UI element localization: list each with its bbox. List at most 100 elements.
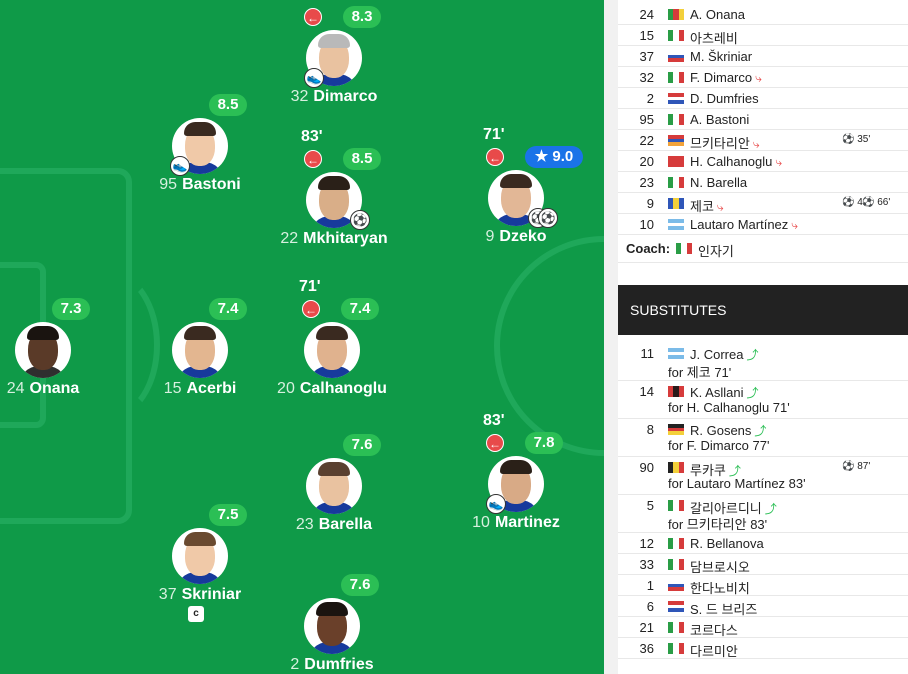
- player-photo: [172, 528, 228, 584]
- player-number: 6: [646, 599, 654, 614]
- player-card-dzeko[interactable]: ★ 9.071'←9Dzeko⚽⚽: [436, 126, 596, 256]
- bench-row[interactable]: 12 R. Bellanova: [618, 533, 908, 554]
- player-number: 24: [6, 380, 25, 397]
- player-name[interactable]: A. Bastoni: [690, 112, 749, 127]
- pitch: 8.377'←32Dimarco👟 8.595Bastoni👟 8.583'←2…: [0, 0, 604, 674]
- sub-out-icon: ⤷: [775, 155, 783, 169]
- player-photo: [306, 458, 362, 514]
- bench-row[interactable]: 36 다르미안: [618, 638, 908, 659]
- player-number: 11: [640, 346, 655, 361]
- player-name[interactable]: S. 드 브리즈: [690, 599, 757, 618]
- player-name-text: Martinez: [494, 514, 560, 531]
- flag-icon: [668, 114, 684, 125]
- player-name[interactable]: H. Calhanoglu ⤷: [690, 154, 782, 170]
- lineup-row[interactable]: 9 제코 ⤷ ⚽ 42' ⚽ 66': [618, 193, 908, 214]
- lineup-row[interactable]: 24 A. Onana: [618, 4, 908, 25]
- sub-for-text: for 제코 71': [668, 365, 732, 380]
- player-number: 95: [639, 112, 654, 127]
- player-rating: ★ 9.0: [525, 146, 583, 168]
- player-name-text: Bastoni: [182, 176, 241, 193]
- player-number: 20: [277, 380, 295, 397]
- lineup-row[interactable]: 32 F. Dimarco ⤷: [618, 67, 908, 88]
- lineup-row[interactable]: 10 Lautaro Martínez ⤷: [618, 214, 908, 235]
- player-name-text: A. Bastoni: [690, 112, 750, 127]
- player-number: 9: [646, 196, 654, 211]
- player-card-calhanoglu[interactable]: 7.4 71' ← 20 Calhanoglu: [252, 278, 412, 408]
- player-name[interactable]: Lautaro Martínez ⤷: [690, 217, 798, 233]
- sub-out-icon: ←: [304, 150, 322, 168]
- flag-icon: [668, 424, 684, 435]
- goal-time: ⚽ 66': [862, 197, 891, 208]
- player-name: 20 Calhanoglu: [232, 380, 432, 398]
- player-number: 2: [646, 91, 654, 106]
- player-number: 23: [295, 516, 314, 533]
- substitute-row[interactable]: 5 갈리아르디니 ⤴ for 므키타리안 83': [618, 495, 908, 533]
- flag-icon: [668, 500, 684, 511]
- player-name-text: D. Dumfries: [690, 91, 759, 106]
- player-rating: 8.5: [343, 148, 381, 170]
- sub-out-icon: ←: [486, 434, 504, 452]
- sub-in-icon: ⤴: [746, 386, 759, 400]
- player-name[interactable]: 다르미안: [690, 641, 738, 660]
- bench-row[interactable]: 1 한다노비치: [618, 575, 908, 596]
- player-number: 12: [639, 536, 654, 551]
- lineup-row[interactable]: 23 N. Barella: [618, 172, 908, 193]
- substitute-row[interactable]: 11 J. Correa ⤴ for 제코 71': [618, 343, 908, 381]
- player-rating: 8.5: [209, 94, 247, 116]
- player-name[interactable]: J. Correa ⤴: [690, 346, 758, 363]
- player-name-text: A. Onana: [690, 7, 745, 22]
- player-card-dumfries[interactable]: 7.6 2 Dumfries: [252, 574, 412, 674]
- sub-time: 83': [301, 128, 323, 145]
- lineup-row[interactable]: 95 A. Bastoni: [618, 109, 908, 130]
- player-name[interactable]: F. Dimarco ⤷: [690, 70, 762, 86]
- player-number: 24: [639, 7, 654, 22]
- player-card-martinez[interactable]: 7.8 83' ← 10 Martinez 👟: [436, 412, 596, 542]
- player-name[interactable]: 한다노비치: [690, 578, 750, 597]
- player-number: 9: [485, 228, 495, 245]
- player-name-text: Skriniar: [181, 586, 242, 603]
- flag-icon: [668, 559, 684, 570]
- sub-out-icon: ←: [486, 148, 504, 166]
- bench-row[interactable]: 6 S. 드 브리즈: [618, 596, 908, 617]
- player-name[interactable]: K. Asllani ⤴: [690, 384, 759, 401]
- player-name[interactable]: R. Gosens ⤴: [690, 422, 766, 439]
- flag-icon: [668, 177, 684, 188]
- sub-time: 71': [483, 126, 505, 143]
- player-name[interactable]: A. Onana: [690, 7, 745, 22]
- player-name[interactable]: 아츠레비: [690, 28, 738, 47]
- lineup-row[interactable]: 15 아츠레비: [618, 25, 908, 46]
- player-name[interactable]: R. Bellanova: [690, 536, 764, 551]
- player-name[interactable]: 담브로시오: [690, 557, 750, 576]
- bench-row[interactable]: 21 코르다스: [618, 617, 908, 638]
- coach-name[interactable]: 인자기: [698, 241, 734, 260]
- player-number: 33: [639, 557, 654, 572]
- sub-in-icon: ⤴: [746, 348, 759, 362]
- player-name[interactable]: N. Barella: [690, 175, 747, 190]
- sub-for-text: for 므키타리안 83': [668, 517, 768, 532]
- player-number: 22: [639, 133, 654, 148]
- goal-time: ⚽ 87': [842, 461, 871, 472]
- flag-icon: [668, 462, 684, 473]
- player-name[interactable]: 제코 ⤷: [690, 196, 724, 215]
- sub-time: 77': [301, 0, 323, 4]
- flag-icon: [668, 51, 684, 62]
- lineup-row[interactable]: 20 H. Calhanoglu ⤷: [618, 151, 908, 172]
- lineup-row[interactable]: 37 M. Škriniar: [618, 46, 908, 67]
- flag-icon: [668, 198, 684, 209]
- bench-list: 12 R. Bellanova 33 담브로시오 1 한다노비치 6 S. 드 브리즈 21 코르…: [618, 533, 908, 659]
- player-card-mkhitaryan[interactable]: 8.5 83' ← 22 Mkhitaryan ⚽: [254, 128, 414, 258]
- bench-row[interactable]: 33 담브로시오: [618, 554, 908, 575]
- player-number: 15: [639, 28, 654, 43]
- lineup-row[interactable]: 2 D. Dumfries: [618, 88, 908, 109]
- player-name[interactable]: 므키타리안 ⤷: [690, 133, 760, 152]
- lineup-row[interactable]: 22 므키타리안 ⤷ ⚽ 35': [618, 130, 908, 151]
- player-name[interactable]: M. Škriniar: [690, 49, 752, 64]
- substitute-row[interactable]: 14 K. Asllani ⤴ for H. Calhanoglu 71': [618, 381, 908, 419]
- player-name[interactable]: 코르다스: [690, 620, 738, 639]
- substitute-row[interactable]: 8 R. Gosens ⤴ for F. Dimarco 77': [618, 419, 908, 457]
- sub-out-icon: ⤷: [791, 218, 799, 232]
- substitute-row[interactable]: 90 루카쿠 ⤴ for Lautaro Martínez 83' ⚽ 87': [618, 457, 908, 495]
- player-number: 36: [639, 641, 654, 656]
- player-name[interactable]: D. Dumfries: [690, 91, 759, 106]
- player-photo: [304, 322, 360, 378]
